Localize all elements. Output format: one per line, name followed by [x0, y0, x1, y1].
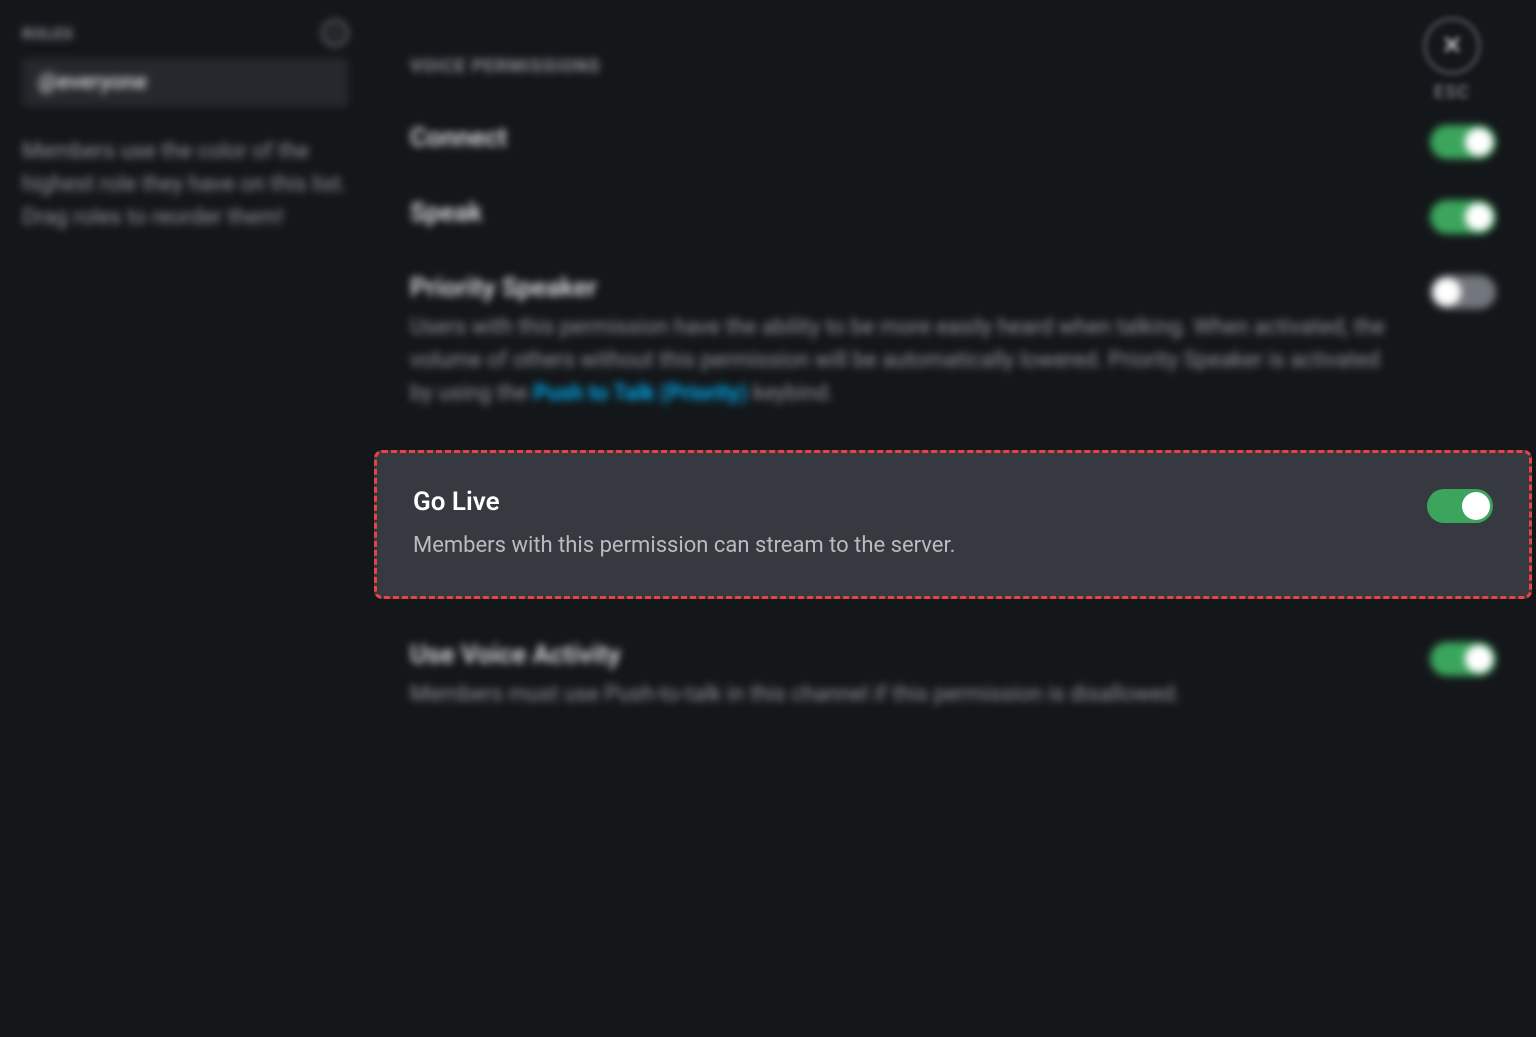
push-to-talk-link[interactable]: Push to Talk (Priority) — [533, 381, 747, 406]
roles-heading: ROLES — [22, 24, 73, 43]
toggle-connect[interactable] — [1430, 125, 1496, 159]
permission-row-speak: Speak — [410, 180, 1496, 255]
permission-row-go-live: Go Live Members with this permission can… — [374, 450, 1532, 599]
permission-title-go-live: Go Live — [413, 487, 1387, 517]
plus-icon: + — [330, 23, 340, 44]
roles-sidebar: ROLES + @everyone Members use the color … — [0, 0, 370, 1037]
roles-hint-text: Members use the color of the highest rol… — [22, 135, 348, 234]
permission-title-speak: Speak — [410, 198, 1390, 228]
add-role-button[interactable]: + — [322, 20, 348, 46]
role-item-everyone[interactable]: @everyone — [22, 58, 348, 107]
permission-title-use-voice-activity: Use Voice Activity — [410, 640, 1390, 670]
toggle-go-live[interactable] — [1427, 489, 1493, 523]
toggle-knob — [1465, 128, 1493, 156]
toggle-speak[interactable] — [1430, 200, 1496, 234]
permission-desc-priority-speaker: Users with this permission have the abil… — [410, 311, 1390, 410]
permission-row-connect: Connect — [410, 105, 1496, 180]
toggle-use-voice-activity[interactable] — [1430, 642, 1496, 676]
permission-title-connect: Connect — [410, 123, 1390, 153]
permission-row-priority-speaker: Priority Speaker Users with this permiss… — [410, 255, 1496, 428]
toggle-knob — [1433, 278, 1461, 306]
permission-desc-use-voice-activity: Members must use Push-to-talk in this ch… — [410, 678, 1390, 711]
toggle-knob — [1465, 203, 1493, 231]
main-permissions-panel: ✕ ESC VOICE PERMISSIONS Connect Speak Pr… — [370, 0, 1536, 1037]
esc-label: ESC — [1424, 82, 1480, 103]
toggle-knob — [1465, 645, 1493, 673]
permission-row-use-voice-activity: Use Voice Activity Members must use Push… — [410, 622, 1496, 729]
permission-desc-go-live: Members with this permission can stream … — [413, 529, 1387, 562]
voice-permissions-heading: VOICE PERMISSIONS — [410, 56, 1496, 77]
permission-title-priority-speaker: Priority Speaker — [410, 273, 1390, 303]
toggle-knob — [1462, 492, 1490, 520]
toggle-priority-speaker[interactable] — [1430, 275, 1496, 309]
